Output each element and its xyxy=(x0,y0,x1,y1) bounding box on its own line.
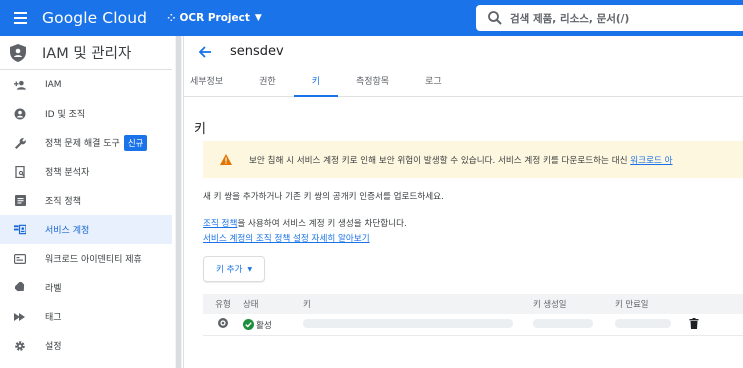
sidebar-item-policy-troubleshooter[interactable]: 정책 문제 해결 도구 신규 xyxy=(0,128,172,157)
sidebar-item-label: 워크로드 아이덴티티 제휴 xyxy=(45,255,142,265)
id-card-icon xyxy=(14,253,26,265)
tab-metrics[interactable]: 측정항목 xyxy=(338,74,407,96)
tab-permissions[interactable]: 권한 xyxy=(241,74,294,96)
caret-down-icon: ▼ xyxy=(254,13,262,23)
caret-down-icon: ▼ xyxy=(247,265,253,273)
status-text: 활성 xyxy=(256,320,272,331)
sidebar-item-labels[interactable]: 라벨 xyxy=(0,273,172,302)
add-key-label: 키 추가 xyxy=(216,265,243,275)
sidebar-item-settings[interactable]: 설정 xyxy=(0,331,172,360)
account-circle-icon xyxy=(14,108,26,120)
sidebar-item-label: 조직 정책 xyxy=(45,197,81,207)
search-icon xyxy=(488,11,502,25)
sidebar-header: IAM 및 관리자 xyxy=(0,36,172,70)
keys-description: 새 키 쌍을 추가하거나 기존 키 쌍의 공개키 인증서를 업로드하세요. xyxy=(203,192,444,202)
learn-more-link[interactable]: 서비스 계정의 조직 정책 설정 자세히 알아보기 xyxy=(203,232,370,244)
search-placeholder: 검색 제품, 리소스, 문서(/) xyxy=(510,12,630,25)
key-status: 활성 xyxy=(243,319,303,331)
warning-icon xyxy=(220,154,232,165)
table-header: 유형 상태 키 키 생성일 키 만료일 xyxy=(203,294,743,314)
wrench-icon xyxy=(14,137,26,149)
add-key-button[interactable]: 키 추가 ▼ xyxy=(203,256,266,282)
person-add-icon xyxy=(14,79,26,91)
project-selector[interactable]: ⁘ OCR Project ▼ xyxy=(167,12,262,24)
sidebar-item-label: 정책 분석자 xyxy=(45,168,90,178)
document-search-icon xyxy=(14,165,26,178)
sidebar-item-identity-org[interactable]: ID 및 조직 xyxy=(0,99,172,128)
search-input[interactable]: 검색 제품, 리소스, 문서(/) xyxy=(476,5,743,31)
sidebar-item-label: ID 및 조직 xyxy=(45,110,86,120)
col-key: 키 xyxy=(303,299,311,309)
project-icon: ⁘ xyxy=(167,12,175,24)
sidebar-item-tags[interactable]: 태그 xyxy=(0,302,172,331)
workload-identity-link[interactable]: 워크로드 아 xyxy=(630,156,672,166)
menu-icon[interactable] xyxy=(2,0,38,36)
warning-banner: 보안 침해 시 서비스 계정 키로 인해 보안 위험이 발생할 수 있습니다. … xyxy=(203,141,743,178)
trash-icon xyxy=(689,317,699,329)
project-name: OCR Project xyxy=(179,12,250,24)
new-badge: 신규 xyxy=(123,134,148,151)
section-title: 키 xyxy=(194,122,206,137)
sidebar-item-label: 정책 문제 해결 도구 xyxy=(45,139,120,149)
sidebar-item-label: 설정 xyxy=(45,342,62,352)
sidebar-item-label: IAM xyxy=(45,79,62,90)
sidebar-item-workload-identity[interactable]: 워크로드 아이덴티티 제휴 xyxy=(0,244,172,273)
key-created-redacted xyxy=(533,318,615,331)
back-arrow-icon[interactable] xyxy=(198,45,212,59)
col-status: 상태 xyxy=(243,299,259,309)
page-header: sensdev xyxy=(184,36,743,67)
tab-details[interactable]: 세부정보 xyxy=(184,74,241,96)
gear-icon xyxy=(14,340,26,352)
sidebar-item-service-accounts[interactable]: 서비스 계정 xyxy=(0,215,172,244)
sidebar-item-label: 태그 xyxy=(45,313,62,323)
label-icon xyxy=(14,282,26,294)
key-type-icon xyxy=(203,317,243,332)
keys-table: 유형 상태 키 키 생성일 키 만료일 활성 xyxy=(203,294,743,336)
key-id-redacted xyxy=(303,318,533,331)
tab-bar: 세부정보 권한 키 측정항목 로그 xyxy=(184,67,743,97)
key-expires-redacted xyxy=(615,318,689,331)
tab-keys[interactable]: 키 xyxy=(293,74,339,97)
org-policy-note: 조직 정책을 사용하여 서비스 계정 키 생성을 차단합니다. xyxy=(203,217,407,229)
warning-text: 보안 침해 시 서비스 계정 키로 인해 보안 위험이 발생할 수 있습니다. … xyxy=(249,154,673,166)
top-app-bar: Google Cloud ⁘ OCR Project ▼ 검색 제품, 리소스,… xyxy=(0,0,743,36)
sidebar-item-policy-analyzer[interactable]: 정책 분석자 xyxy=(0,157,172,186)
org-policy-note-text: 을 사용하여 서비스 계정 키 생성을 차단합니다. xyxy=(237,219,407,229)
delete-key-button[interactable] xyxy=(689,317,743,332)
check-circle-icon xyxy=(243,319,254,330)
org-policy-link[interactable]: 조직 정책 xyxy=(203,219,237,229)
sidebar-item-org-policy[interactable]: 조직 정책 xyxy=(0,186,172,215)
sidebar-item-label: 서비스 계정 xyxy=(45,226,90,236)
service-account-icon xyxy=(14,224,26,236)
list-doc-icon xyxy=(14,195,26,207)
tab-logs[interactable]: 로그 xyxy=(407,74,460,96)
page-title: sensdev xyxy=(230,44,284,59)
sidebar-item-iam[interactable]: IAM xyxy=(0,70,172,99)
tag-icon xyxy=(14,311,26,323)
shield-icon xyxy=(10,43,26,62)
col-type: 유형 xyxy=(215,299,231,309)
sidebar-title: IAM 및 관리자 xyxy=(42,46,132,62)
table-row: 활성 xyxy=(203,314,743,336)
col-expires: 키 만료일 xyxy=(615,299,649,309)
sidebar-scrollbar[interactable] xyxy=(175,36,182,368)
google-cloud-logo[interactable]: Google Cloud xyxy=(42,9,147,27)
col-created: 키 생성일 xyxy=(533,299,567,309)
scrollbar-thumb[interactable] xyxy=(176,36,181,368)
sidebar-item-label: 라벨 xyxy=(45,284,62,294)
sidebar: IAM 및 관리자 IAM ID 및 조직 정책 문제 해결 도구 신규 정책 … xyxy=(0,36,172,368)
warning-message: 보안 침해 시 서비스 계정 키로 인해 보안 위험이 발생할 수 있습니다. … xyxy=(249,155,631,166)
main-content: sensdev 세부정보 권한 키 측정항목 로그 키 보안 침해 시 서비스 … xyxy=(184,36,743,368)
